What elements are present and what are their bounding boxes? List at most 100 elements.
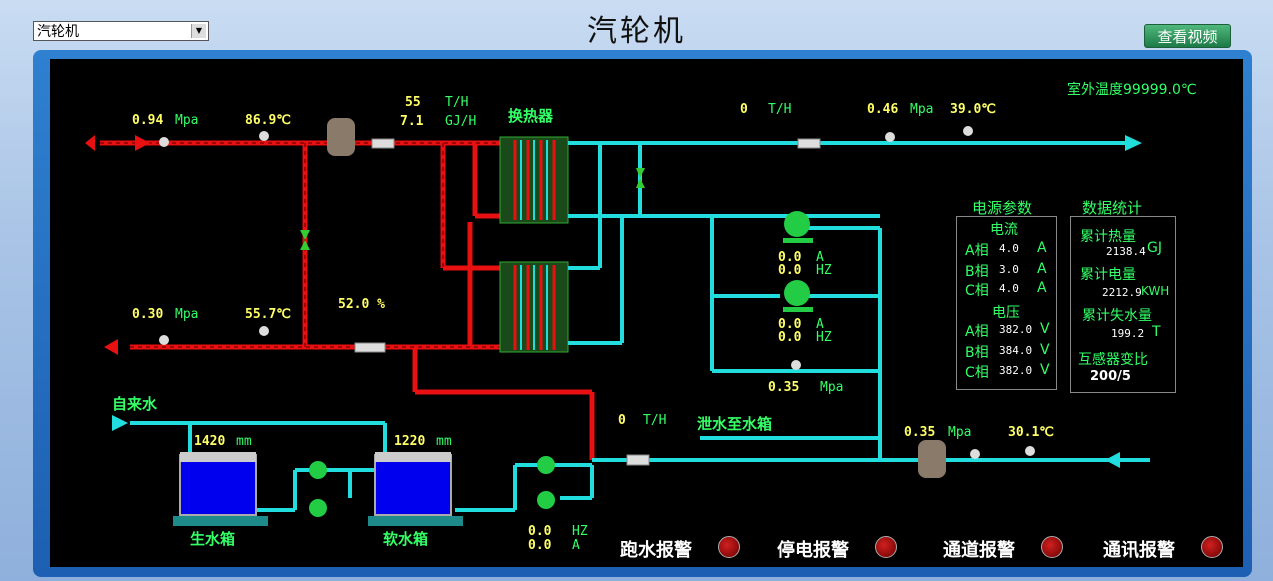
raw-tank-label: 生水箱 <box>190 530 236 548</box>
heat-total-value: 2138.4 <box>1106 245 1146 258</box>
current-phase: A相 <box>965 243 989 259</box>
pump1-frequency-unit: HZ <box>816 263 832 278</box>
pressure-gauge-icon <box>885 132 895 142</box>
filter-icon <box>918 440 946 478</box>
soft-tank-level-unit: mm <box>436 434 452 449</box>
voltage-unit: V <box>1040 362 1050 378</box>
flow-meter-icon <box>626 454 650 466</box>
raw-tank-level-unit: mm <box>236 434 252 449</box>
thermometer-icon <box>259 131 269 141</box>
flow3-unit: T/H <box>643 413 667 428</box>
current-value: 4.0 <box>999 282 1019 295</box>
soft-tank-level: 1220 <box>394 434 426 449</box>
valve-opening: 52.0 % <box>338 297 385 312</box>
makeup-current-unit: A <box>572 538 580 553</box>
heat-total-label: 累计热量 <box>1080 229 1136 245</box>
elec-total-value: 2212.9 <box>1102 286 1142 299</box>
alarm-label-communication: 通讯报警 <box>1103 540 1175 561</box>
thermometer-icon <box>963 126 973 136</box>
makeup-frequency: 0.0 <box>528 524 552 539</box>
voltage-phase: A相 <box>965 324 989 340</box>
pump2-frequency-unit: HZ <box>816 330 832 345</box>
pump-icon <box>784 280 810 306</box>
pump2-frequency: 0.0 <box>778 330 802 345</box>
flow2-value: 0 <box>740 102 748 117</box>
voltage-title: 电压 <box>992 305 1020 321</box>
voltage-unit: V <box>1040 321 1050 337</box>
outdoor-temp: 室外温度99999.0℃ <box>1067 82 1197 98</box>
stats-title: 数据统计 <box>1082 199 1143 217</box>
inlet-arrow <box>1105 452 1120 468</box>
outlet-pressure-unit: Mpa <box>910 102 934 117</box>
voltage-phase: C相 <box>965 365 989 381</box>
pump-icon <box>537 456 555 474</box>
heat1-value: 7.1 <box>400 114 424 129</box>
alarm-light-icon <box>718 536 740 558</box>
return-pressure-value: 0.30 <box>132 307 164 322</box>
current-value: 4.0 <box>999 242 1019 255</box>
current-unit: A <box>1037 280 1047 296</box>
heat-total-unit: GJ <box>1147 240 1162 256</box>
pump-icon <box>309 499 327 517</box>
ct-ratio-label: 互感器变比 <box>1078 352 1148 368</box>
return2-pressure-value: 0.35 <box>904 425 936 440</box>
makeup-frequency-unit: HZ <box>572 524 588 539</box>
makeup-current: 0.0 <box>528 538 552 553</box>
current-unit: A <box>1037 240 1047 256</box>
flow2-unit: T/H <box>768 102 792 117</box>
pump-icon <box>309 461 327 479</box>
return2-temp-value: 30.1℃ <box>1008 425 1054 440</box>
control-valve-icon <box>354 342 386 353</box>
voltage-phase: B相 <box>965 345 989 361</box>
water-loss-value: 199.2 <box>1111 327 1145 340</box>
water-loss-label: 累计失水量 <box>1082 308 1152 324</box>
return2-pressure-unit: Mpa <box>948 425 972 440</box>
alarm-light-icon <box>1041 536 1063 558</box>
inlet-temp-value: 86.9℃ <box>245 113 291 128</box>
raw-water-tank <box>173 452 268 526</box>
alarm-label-water-leak: 跑水报警 <box>620 540 692 561</box>
return-arrow-left <box>104 339 118 355</box>
flow-meter-icon <box>797 138 821 149</box>
soft-water-tank <box>368 452 463 526</box>
pump-icon <box>537 491 555 509</box>
current-title: 电流 <box>990 222 1018 238</box>
voltage-value: 382.0 <box>999 364 1033 377</box>
power-params-title: 电源参数 <box>972 199 1033 217</box>
heat1-unit: GJ/H <box>445 114 477 129</box>
raw-tank-level: 1420 <box>194 434 226 449</box>
return-pressure-unit: Mpa <box>175 307 199 322</box>
tap-water-label: 自来水 <box>112 395 158 413</box>
current-phase: B相 <box>965 264 989 280</box>
pressure-gauge-icon <box>970 449 980 459</box>
voltage-value: 382.0 <box>999 323 1033 336</box>
pressure-gauge-icon <box>159 335 169 345</box>
return-temp-value: 55.7℃ <box>245 307 291 322</box>
pressure-gauge-icon <box>159 137 169 147</box>
current-phase: C相 <box>965 283 989 299</box>
current-value: 3.0 <box>999 263 1019 276</box>
alarm-light-icon <box>1201 536 1223 558</box>
thermometer-icon <box>1025 446 1035 456</box>
flow-meter-icon <box>371 138 395 149</box>
drain-label: 泄水至水箱 <box>697 415 773 433</box>
flow1-value: 55 <box>405 95 421 110</box>
voltage-value: 384.0 <box>999 344 1033 357</box>
heat-exchanger-2 <box>499 261 569 353</box>
current-unit: A <box>1037 261 1047 277</box>
bypass-pressure-unit: Mpa <box>820 380 844 395</box>
inlet-pressure-unit: Mpa <box>175 113 199 128</box>
pump1-frequency: 0.0 <box>778 263 802 278</box>
flow1-unit: T/H <box>445 95 469 110</box>
alarm-label-channel: 通道报警 <box>943 540 1015 561</box>
alarm-label-power-outage: 停电报警 <box>777 540 849 561</box>
flow3-value: 0 <box>618 413 626 428</box>
elec-total-unit: KWH <box>1141 284 1170 298</box>
inlet-pressure-value: 0.94 <box>132 113 164 128</box>
outlet-temp-value: 39.0℃ <box>950 102 996 117</box>
heat-exchanger-1 <box>499 136 569 224</box>
bypass-pressure-value: 0.35 <box>768 380 800 395</box>
outlet-pressure-value: 0.46 <box>867 102 899 117</box>
outlet-arrow <box>1125 135 1142 151</box>
thermometer-icon <box>259 326 269 336</box>
